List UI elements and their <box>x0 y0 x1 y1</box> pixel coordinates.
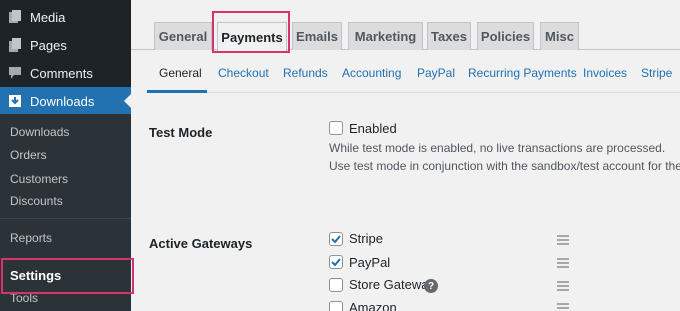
subtab-refunds[interactable]: Refunds <box>283 66 328 80</box>
download-icon <box>8 94 22 108</box>
pages-icon <box>8 38 22 52</box>
tab-taxes[interactable]: Taxes <box>427 22 471 50</box>
menu-item-media[interactable]: Media <box>0 3 131 31</box>
test-mode-description: While test mode is enabled, no live tran… <box>329 141 666 155</box>
submenu-item-reports[interactable]: Reports <box>10 228 52 248</box>
active-gateways-label: Active Gateways <box>149 236 253 251</box>
submenu-item-discounts[interactable]: Discounts <box>10 191 63 211</box>
gateway-label: Stripe <box>349 231 383 246</box>
subtab-recurring-payments[interactable]: Recurring Payments <box>468 66 577 80</box>
submenu-item-customers[interactable]: Customers <box>10 169 68 189</box>
tab-misc[interactable]: Misc <box>540 22 579 50</box>
media-icon <box>8 10 22 24</box>
tab-policies[interactable]: Policies <box>477 22 534 50</box>
checkmark-icon <box>331 258 341 267</box>
subtab-accounting[interactable]: Accounting <box>342 66 401 80</box>
settings-highlight-box <box>1 258 134 294</box>
test-mode-description-2: Use test mode in conjunction with the sa… <box>329 159 680 173</box>
subtab-invoices[interactable]: Invoices <box>583 66 627 80</box>
submenu-item-orders[interactable]: Orders <box>10 145 47 165</box>
submenu-divider <box>0 218 131 219</box>
drag-handle-icon[interactable] <box>557 281 569 291</box>
gateway-label: PayPal <box>349 255 391 270</box>
menu-label: Pages <box>30 37 67 53</box>
subtab-stripe[interactable]: Stripe <box>641 66 672 80</box>
drag-handle-icon[interactable] <box>557 258 569 268</box>
checkmark-icon <box>331 235 341 244</box>
subtab-paypal[interactable]: PayPal <box>417 66 455 80</box>
gateway-amazon-checkbox[interactable] <box>329 301 343 311</box>
drag-handle-icon[interactable] <box>557 303 569 311</box>
menu-label: Media <box>30 9 66 25</box>
tab-general[interactable]: General <box>154 22 212 50</box>
payments-highlight-box <box>212 11 290 53</box>
menu-label: Downloads <box>30 93 95 109</box>
active-subtab-indicator <box>147 90 207 93</box>
tab-marketing[interactable]: Marketing <box>348 22 423 50</box>
menu-item-comments[interactable]: Comments <box>0 59 131 87</box>
drag-handle-icon[interactable] <box>557 235 569 245</box>
gateway-stripe-checkbox[interactable] <box>329 232 343 246</box>
gateway-paypal-checkbox[interactable] <box>329 255 343 269</box>
tab-emails[interactable]: Emails <box>292 22 342 50</box>
subtab-general[interactable]: General <box>159 66 202 80</box>
comments-icon <box>8 66 22 80</box>
help-icon[interactable]: ? <box>424 279 438 293</box>
menu-item-pages[interactable]: Pages <box>0 31 131 59</box>
payments-subtabs: General Checkout Refunds Accounting PayP… <box>147 55 680 93</box>
subtab-checkout[interactable]: Checkout <box>218 66 269 80</box>
submenu-item-downloads[interactable]: Downloads <box>10 122 69 142</box>
gateway-label: Store Gateway <box>349 277 435 292</box>
menu-label: Comments <box>30 65 93 81</box>
menu-item-downloads[interactable]: Downloads <box>0 87 131 115</box>
test-mode-checkbox-label: Enabled <box>349 121 397 136</box>
test-mode-label: Test Mode <box>149 125 213 140</box>
gateway-store-checkbox[interactable] <box>329 278 343 292</box>
test-mode-checkbox[interactable] <box>329 121 343 135</box>
gateway-label: Amazon <box>349 300 397 311</box>
